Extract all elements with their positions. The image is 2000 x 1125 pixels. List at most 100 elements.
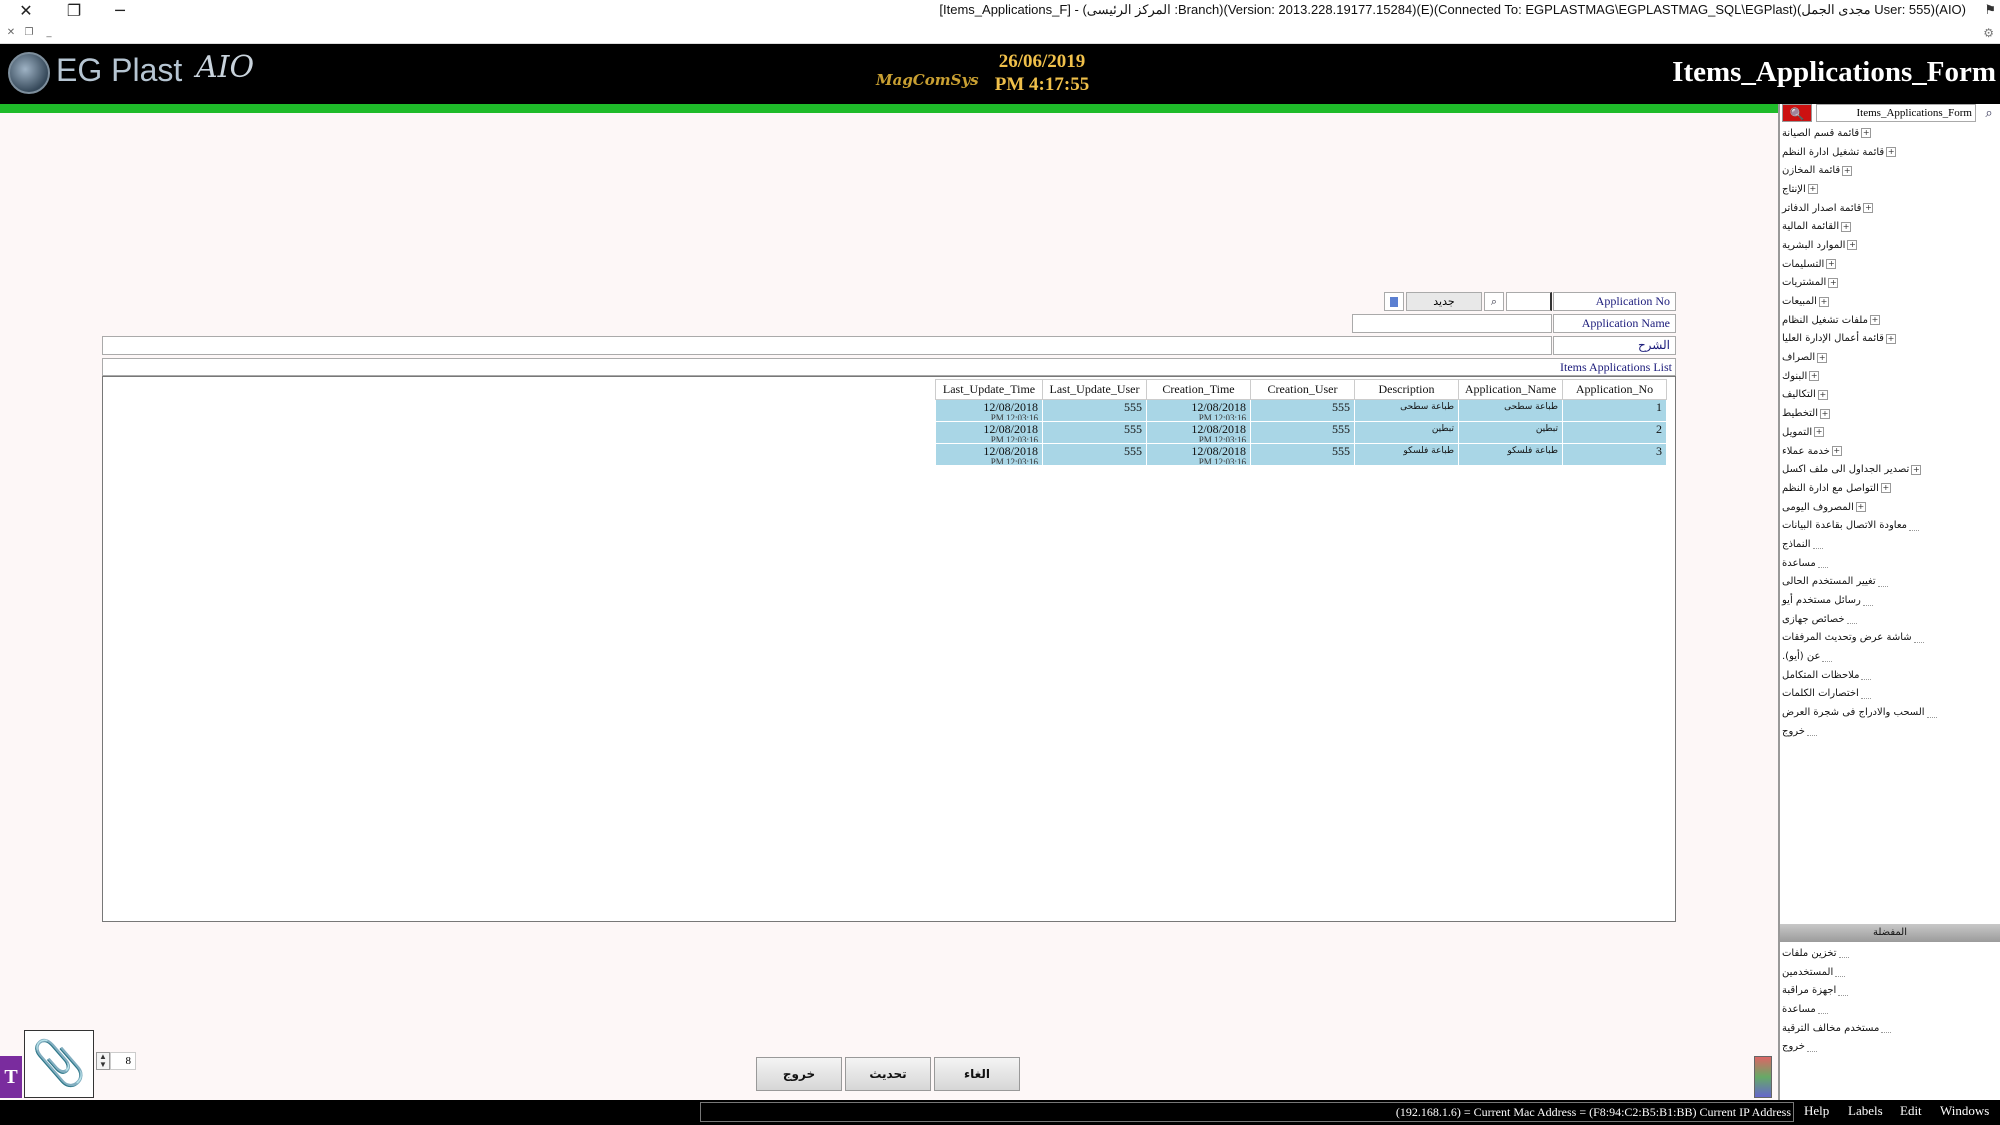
tree-item[interactable]: + خدمة عملاء [1782,442,1996,461]
close-icon[interactable]: ✕ [6,0,46,22]
cell-last-update-time[interactable]: 12/08/2018 PM 12:03:16 [935,399,1043,422]
tree-item[interactable]: النماذج [1782,535,1996,554]
expand-icon[interactable]: + [1831,446,1842,457]
column-header[interactable]: Creation_Time [1146,379,1251,400]
tree-item[interactable]: + التواصل مع ادارة النظم [1782,479,1996,498]
tree-item[interactable]: + الصراف [1782,348,1996,367]
cell-creation-user[interactable]: 555 [1250,443,1355,466]
settings-icon[interactable]: ⚙ [1983,26,1994,41]
tree-item[interactable]: مساعدة [1782,554,1996,573]
cell-creation-user[interactable]: 555 [1250,421,1355,444]
cell-application-name[interactable]: تبطين [1458,421,1563,444]
tree-item[interactable]: + قائمة المخازن [1782,161,1996,180]
menu-edit[interactable]: Edit [1900,1103,1922,1119]
column-header[interactable]: Last_Update_Time [935,379,1043,400]
tree-item[interactable]: مساعدة [1782,1000,1996,1019]
cell-last-update-time[interactable]: 12/08/2018 PM 12:03:16 [935,421,1043,444]
cell-application-no[interactable]: 3 [1562,443,1667,466]
new-button[interactable]: جديد [1406,292,1482,311]
mdi-restore-icon[interactable]: ❐ [22,26,36,40]
tree-item[interactable]: + التسليمات [1782,255,1996,274]
toolbar-badge-icon[interactable]: T [0,1056,22,1098]
expand-icon[interactable]: + [1885,333,1896,344]
column-header[interactable]: Application_No [1562,379,1667,400]
tree-item[interactable]: خصائص جهازى [1782,610,1996,629]
exit-button[interactable]: خروج [756,1057,842,1091]
tree-item[interactable]: + التخطيط [1782,404,1996,423]
tree-item[interactable]: المستخدمين [1782,963,1996,982]
expand-icon[interactable]: + [1861,128,1872,139]
table-row[interactable]: 12/08/2018 PM 12:03:16 555 12/08/2018 PM 1… [935,399,1667,422]
tree-item[interactable]: + البنوك [1782,367,1996,386]
page-value[interactable]: 8 [110,1052,136,1070]
tree-item[interactable]: شاشة عرض وتحديث المرفقات [1782,629,1996,648]
table-row[interactable]: 12/08/2018 PM 12:03:16 555 12/08/2018 PM 1… [935,443,1667,466]
cell-last-update-time[interactable]: 12/08/2018 PM 12:03:16 [935,443,1043,466]
cell-creation-time[interactable]: 12/08/2018 PM 12:03:16 [1146,399,1251,422]
page-spinner[interactable]: ▲ ▼ [96,1052,110,1070]
expand-icon[interactable]: + [1809,371,1820,382]
tree-item[interactable]: + الإنتاج [1782,180,1996,199]
tree-item[interactable]: خروج [1782,722,1996,741]
tree-item[interactable]: + التكاليف [1782,386,1996,405]
tree-item[interactable]: ملاحظات المتكامل [1782,666,1996,685]
column-header[interactable]: Description [1354,379,1459,400]
record-nav-icon[interactable] [1384,292,1404,311]
tree-item[interactable]: + المبيعات [1782,292,1996,311]
expand-icon[interactable]: + [1820,408,1831,419]
search-icon[interactable]: ⌕ [1980,104,1998,122]
palette-icon[interactable] [1754,1056,1772,1098]
cell-creation-time[interactable]: 12/08/2018 PM 12:03:16 [1146,443,1251,466]
tree-item[interactable]: خروج [1782,1037,1996,1056]
tree-item[interactable]: + المشتريات [1782,274,1996,293]
expand-icon[interactable]: + [1814,427,1825,438]
cell-last-update-user[interactable]: 555 [1042,399,1147,422]
expand-icon[interactable]: + [1880,483,1891,494]
expand-icon[interactable]: + [1826,259,1837,270]
expand-icon[interactable]: + [1863,203,1874,214]
tree-item[interactable]: + قائمة تشغيل ادارة النظم [1782,143,1996,162]
description-input[interactable] [102,336,1552,355]
tree-item[interactable]: + قائمة قسم الصيانة [1782,124,1996,143]
expand-icon[interactable]: + [1841,221,1852,232]
tree-item[interactable]: السحب والادراج فى شجرة العرض [1782,703,1996,722]
column-header[interactable]: Last_Update_User [1042,379,1147,400]
expand-icon[interactable]: + [1847,240,1858,251]
tree-item[interactable]: + ملفات تشغيل النظام [1782,311,1996,330]
expand-icon[interactable]: + [1911,464,1922,475]
restore-icon[interactable]: ❐ [54,0,94,22]
cancel-button[interactable]: الغاء [934,1057,1020,1091]
cell-description[interactable]: تبطين [1354,421,1459,444]
cell-description[interactable]: طباعة سطحى [1354,399,1459,422]
table-row[interactable]: 12/08/2018 PM 12:03:16 555 12/08/2018 PM 1… [935,421,1667,444]
minimize-icon[interactable]: ─ [100,0,140,22]
tree-item[interactable]: معاودة الاتصال بقاعدة البيانات [1782,516,1996,535]
tree-item[interactable]: اختصارات الكلمات [1782,685,1996,704]
paperclip-icon[interactable]: 📎 [24,1030,94,1098]
tree-item[interactable]: مستخدم مخالف الترقية [1782,1019,1996,1038]
cell-creation-time[interactable]: 12/08/2018 PM 12:03:16 [1146,421,1251,444]
cell-last-update-user[interactable]: 555 [1042,421,1147,444]
search-button[interactable]: 🔍 [1782,104,1812,122]
cell-application-name[interactable]: طباعة فلسكو [1458,443,1563,466]
expand-icon[interactable]: + [1886,147,1897,158]
cell-application-name[interactable]: طباعة سطحى [1458,399,1563,422]
expand-icon[interactable]: + [1855,502,1866,513]
search-icon[interactable]: ⌕ [1484,292,1504,311]
column-header[interactable]: Application_Name [1458,379,1563,400]
tree-item[interactable]: رسائل مستخدم أيو [1782,591,1996,610]
tree-item[interactable]: + قائمة أعمال الإدارة العليا [1782,330,1996,349]
menu-labels[interactable]: Labels [1848,1103,1883,1119]
cell-last-update-user[interactable]: 555 [1042,443,1147,466]
expand-icon[interactable]: + [1828,277,1839,288]
refresh-button[interactable]: تحديث [845,1057,931,1091]
tree-item[interactable]: عن (أيو). [1782,647,1996,666]
expand-icon[interactable]: + [1869,315,1880,326]
tree-item[interactable]: + القائمة المالية [1782,217,1996,236]
column-header[interactable]: Creation_User [1250,379,1355,400]
expand-icon[interactable]: + [1842,165,1853,176]
mdi-minimize-icon[interactable]: _ [42,26,56,40]
expand-icon[interactable]: + [1818,296,1829,307]
tree-item[interactable]: + تصدير الجداول الى ملف اكسل [1782,460,1996,479]
menu-help[interactable]: Help [1804,1103,1829,1119]
